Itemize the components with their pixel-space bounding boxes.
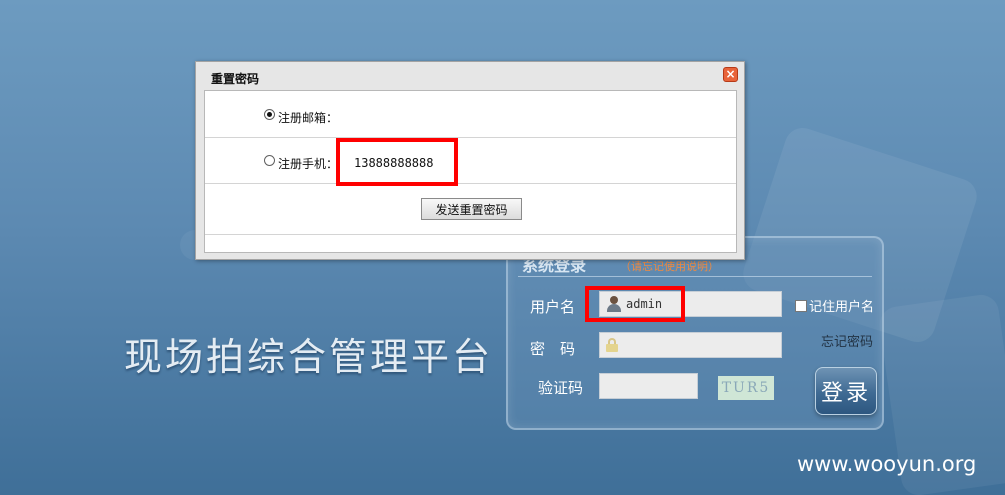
close-icon[interactable]: × [723,67,738,82]
dialog-title: 重置密码 [211,72,260,86]
phone-option-label: 注册手机： [278,157,339,171]
captcha-image[interactable]: TUR5 [718,376,774,400]
username-highlight-box [585,286,685,322]
login-button[interactable]: 登录 [815,367,877,415]
remember-username[interactable]: 记住用户名 [795,296,874,315]
login-panel: 系统登录 （请忘记使用说明） 用户名 admin 记住用户名 密 码 忘记密码 … [506,236,884,430]
platform-title: 现场拍综合管理平台 [124,335,494,379]
phone-option-row: 注册手机： 13888888888 [205,138,736,184]
password-label: 密 码 [530,340,576,358]
reset-password-dialog: 重置密码 × 注册邮箱： 注册手机： 13888888888 发送重置密码 [195,61,745,260]
remember-label: 记住用户名 [809,300,875,315]
phone-highlight-box [336,138,458,186]
lock-icon [606,338,618,352]
email-option-label: 注册邮箱： [278,111,339,125]
username-label: 用户名 [530,298,576,316]
captcha-input[interactable] [599,373,698,399]
forgot-password-link[interactable]: 忘记密码 [821,331,873,350]
password-input[interactable] [599,332,782,358]
captcha-label: 验证码 [538,379,584,397]
watermark: www.wooyun.org [797,452,977,476]
login-note: （请忘记使用说明） [620,260,719,273]
phone-option-radio[interactable] [264,155,275,166]
login-divider [518,276,872,277]
remember-checkbox[interactable] [795,299,807,312]
dialog-bottom-divider [205,234,736,235]
dialog-body: 注册邮箱： 注册手机： 13888888888 发送重置密码 [204,90,737,253]
email-option-radio[interactable] [264,109,275,120]
send-reset-password-button[interactable]: 发送重置密码 [421,198,522,220]
email-option-row: 注册邮箱： [205,91,736,138]
